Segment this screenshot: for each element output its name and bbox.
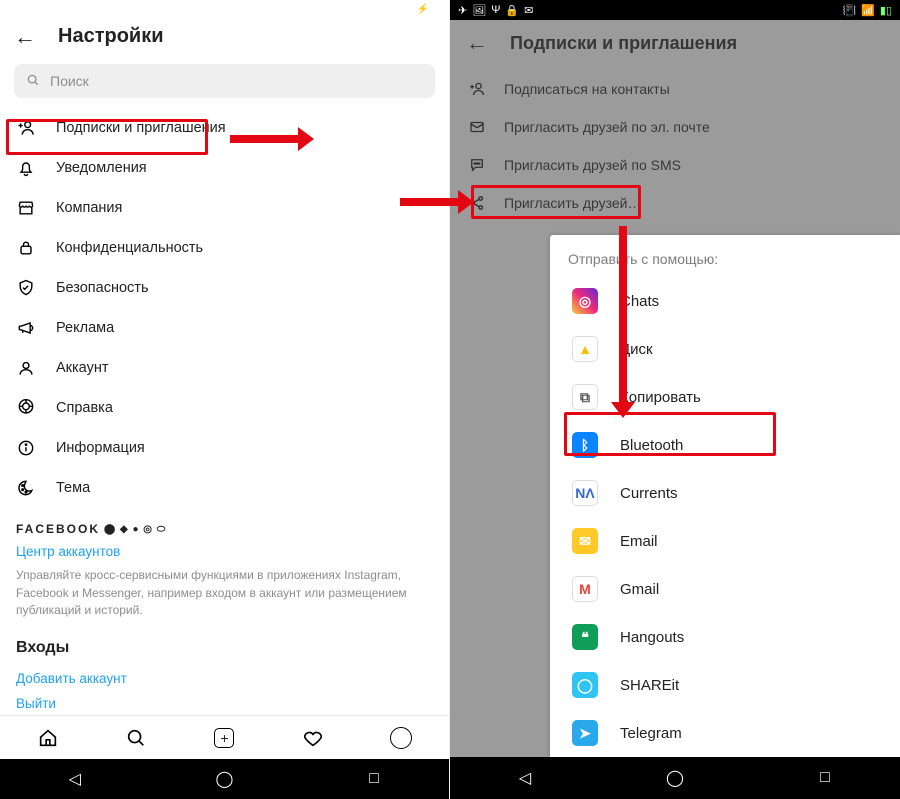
копировать-icon: ⧉ — [572, 384, 598, 410]
nav-recent-icon[interactable]: □ — [805, 769, 845, 787]
lock-icon — [16, 238, 40, 258]
hangouts-icon: ❝ — [572, 624, 598, 650]
facebook-label: FACEBOOK ⬤ ◆ ● ◎ ⬭ — [16, 522, 433, 536]
search-input[interactable]: Поиск — [14, 64, 435, 98]
nav-back-icon[interactable]: ◁ — [505, 768, 545, 788]
add-account-link[interactable]: Добавить аккаунт — [0, 663, 449, 686]
tab-profile-icon[interactable] — [381, 727, 421, 749]
tab-create-icon[interactable]: + — [204, 728, 244, 748]
info-icon — [16, 438, 40, 458]
usb-status-icon: Ψ — [491, 4, 500, 17]
share-option-email[interactable]: ✉ Email — [550, 517, 900, 565]
nav-home-icon[interactable]: ◯ — [204, 769, 244, 789]
lock-status-icon: 🔒 — [505, 4, 519, 17]
menu-item-subscriptions[interactable]: Подписки и приглашения — [0, 108, 449, 148]
share-option-label: Bluetooth — [620, 437, 683, 454]
image-status-icon: 🖼 — [472, 4, 486, 17]
status-left-icons: ✈ 🖼 Ψ 🔒 ✉ — [458, 4, 533, 17]
bell-icon — [16, 158, 40, 178]
share-option-label: SHAREit — [620, 677, 679, 694]
share-option-hangouts[interactable]: ❝ Hangouts — [550, 613, 900, 661]
search-icon — [26, 73, 40, 90]
share-option-gmail[interactable]: M Gmail — [550, 565, 900, 613]
battery-status-icon: ▮▯ — [880, 4, 892, 17]
menu-item-ads[interactable]: Реклама — [0, 308, 449, 348]
mail-status-icon: ✉ — [524, 4, 533, 17]
account-center-description: Управляйте кросс-сервисными функциями в … — [16, 559, 433, 619]
share-option-telegram[interactable]: ➤ Telegram — [550, 709, 900, 757]
email-icon: ✉ — [572, 528, 598, 554]
status-bar: ✈ 🖼 Ψ 🔒 ✉ 📳 📶 ▮▯ — [450, 0, 900, 20]
menu-item-notifications[interactable]: Уведомления — [0, 148, 449, 188]
back-icon[interactable]: ← — [14, 26, 36, 48]
search-placeholder: Поиск — [50, 73, 89, 89]
shop-icon — [16, 198, 40, 218]
android-nav-bar: ◁ ◯ □ — [0, 759, 449, 799]
left-screen: ⚡ ← Настройки Поиск Подписки и приглашен… — [0, 0, 450, 799]
menu-item-security[interactable]: Безопасность — [0, 268, 449, 308]
menu-item-theme[interactable]: Тема — [0, 468, 449, 508]
share-option-диск[interactable]: ▲ Диск — [550, 325, 900, 373]
share-option-currents[interactable]: ΝΛ Currents — [550, 469, 900, 517]
megaphone-icon — [16, 318, 40, 338]
share-option-label: Диск — [620, 341, 653, 358]
share-option-chats[interactable]: ◎ Chats — [550, 277, 900, 325]
wifi-status-icon: 📶 — [861, 4, 875, 17]
share-option-shareit[interactable]: ◯ SHAREit — [550, 661, 900, 709]
share-option-label: Chats — [620, 293, 659, 310]
right-body: ← Подписки и приглашения Подписаться на … — [450, 20, 900, 757]
bottom-tab-bar: + — [0, 715, 449, 759]
share-option-label: Hangouts — [620, 629, 684, 646]
tab-search-icon[interactable] — [116, 727, 156, 749]
account-center-link[interactable]: Центр аккаунтов — [16, 536, 433, 559]
settings-menu: Подписки и приглашения Уведомления Компа… — [0, 104, 449, 512]
android-nav-bar: ◁ ◯ □ — [450, 757, 900, 799]
status-right-icons: 📳 📶 ▮▯ — [842, 4, 892, 17]
telegram-status-icon: ✈ — [458, 4, 467, 17]
share-option-label: Email — [620, 533, 658, 550]
menu-item-privacy[interactable]: Конфиденциальность — [0, 228, 449, 268]
tab-home-icon[interactable] — [28, 727, 68, 749]
vibrate-status-icon: 📳 — [842, 4, 856, 17]
right-screen: ✈ 🖼 Ψ 🔒 ✉ 📳 📶 ▮▯ ← Подписки и приглашени… — [450, 0, 900, 799]
charging-icon: ⚡ — [417, 4, 429, 15]
help-icon — [16, 398, 40, 418]
facebook-section: FACEBOOK ⬤ ◆ ● ◎ ⬭ Центр аккаунтов Управ… — [0, 512, 449, 619]
menu-item-company[interactable]: Компания — [0, 188, 449, 228]
header: ← Настройки — [0, 17, 449, 54]
telegram-icon: ➤ — [572, 720, 598, 746]
bluetooth-icon: ᛒ — [572, 432, 598, 458]
currents-icon: ΝΛ — [572, 480, 598, 506]
add-person-icon — [16, 118, 40, 138]
gmail-icon: M — [572, 576, 598, 602]
page-title: Настройки — [58, 25, 164, 48]
status-bar: ⚡ — [0, 0, 449, 17]
user-icon — [16, 358, 40, 378]
fb-app-icons: ⬤ ◆ ● ◎ ⬭ — [104, 524, 166, 535]
share-option-label: Telegram — [620, 725, 682, 742]
nav-recent-icon[interactable]: □ — [354, 770, 394, 788]
share-option-label: Копировать — [620, 389, 701, 406]
nav-back-icon[interactable]: ◁ — [55, 769, 95, 789]
share-sheet: Отправить с помощью: ◎ Chats ▲ Диск ⧉ Копиров… — [550, 235, 900, 757]
menu-item-info[interactable]: Информация — [0, 428, 449, 468]
share-option-копировать[interactable]: ⧉ Копировать — [550, 373, 900, 421]
диск-icon: ▲ — [572, 336, 598, 362]
logins-title: Входы — [0, 619, 449, 663]
nav-home-icon[interactable]: ◯ — [655, 768, 695, 788]
share-option-label: Gmail — [620, 581, 659, 598]
shareit-icon: ◯ — [572, 672, 598, 698]
chats-icon: ◎ — [572, 288, 598, 314]
share-sheet-title: Отправить с помощью: — [550, 235, 900, 277]
shield-icon — [16, 278, 40, 298]
share-option-bluetooth[interactable]: ᛒ Bluetooth — [550, 421, 900, 469]
share-option-label: Currents — [620, 485, 678, 502]
logout-link[interactable]: Выйти — [0, 686, 449, 715]
menu-item-account[interactable]: Аккаунт — [0, 348, 449, 388]
menu-item-help[interactable]: Справка — [0, 388, 449, 428]
tab-activity-icon[interactable] — [293, 727, 333, 749]
theme-icon — [16, 478, 40, 498]
